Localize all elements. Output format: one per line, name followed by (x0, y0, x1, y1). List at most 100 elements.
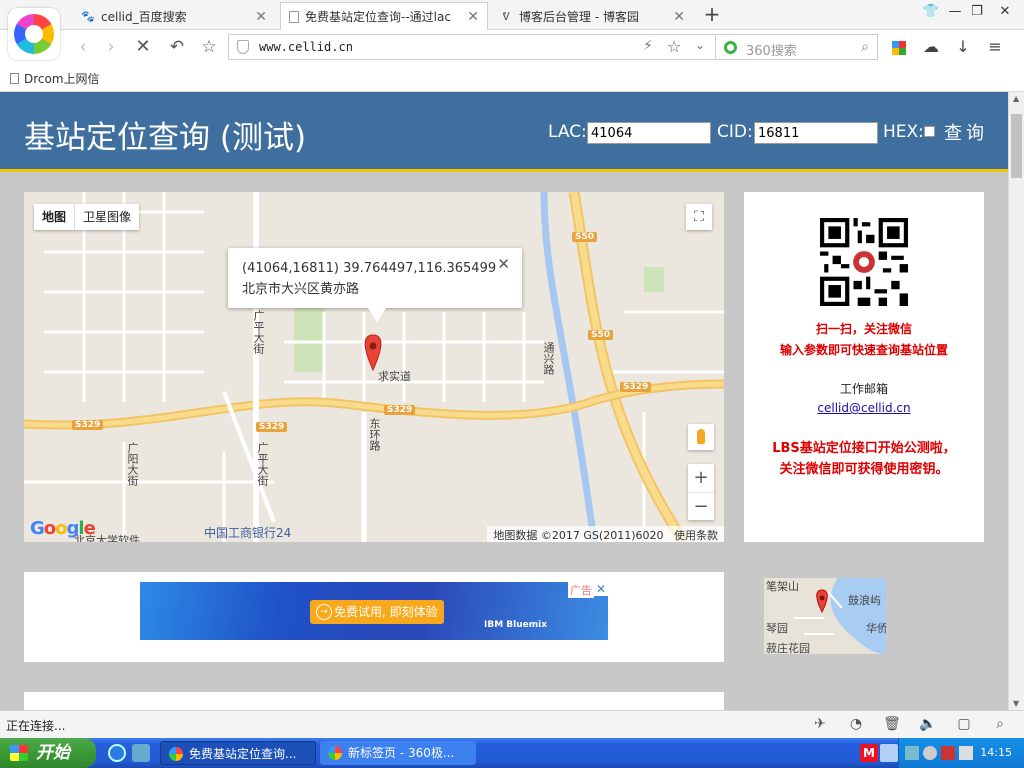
zoom-search-icon[interactable]: ⌕ (990, 716, 1010, 732)
back-button[interactable]: ‹ (70, 35, 96, 59)
cloud-icon[interactable]: ☁ (920, 36, 942, 58)
info-coordinates: (41064,16811) 39.764497,116.365499 (242, 261, 497, 276)
cid-input[interactable] (754, 122, 878, 144)
trash-icon[interactable]: 🗑 (882, 716, 902, 732)
ie-icon[interactable] (108, 744, 126, 762)
search-icon[interactable]: ⌕ (861, 39, 869, 55)
map-street-label: 广平大街 (252, 310, 265, 354)
taskbar-item-newtab[interactable]: 新标签页 - 360极... (320, 741, 476, 765)
ad-tag: 广告 (568, 582, 594, 598)
ad-banner[interactable]: 免费试用, 即刻体验 IBM Bluemix 广告 ✕ (140, 582, 608, 640)
road-shield: S50 (588, 330, 614, 340)
lightning-icon[interactable]: ⚡ (643, 38, 653, 54)
content-box (24, 692, 724, 710)
browser-360-icon (169, 747, 183, 761)
vertical-scrollbar[interactable]: ▲ ▼ (1008, 92, 1024, 710)
minimap-label: 菽庄花园 (766, 642, 810, 654)
address-bar[interactable]: www.cellid.cn ⚡ ☆ ⌄ (228, 34, 716, 60)
taskbar-item-cellid[interactable]: 免费基站定位查询... (160, 741, 316, 765)
close-tab-icon[interactable]: ✕ (673, 9, 685, 25)
start-label: 开始 (36, 743, 70, 763)
map-poi-label: 中国工商银行24 (204, 526, 292, 540)
new-tab-button[interactable]: + (700, 2, 724, 28)
close-window-button[interactable]: ✕ (994, 4, 1016, 19)
status-text: 正在连接... (6, 719, 66, 733)
hex-checkbox[interactable] (924, 126, 935, 137)
google-logo: Google (30, 518, 96, 539)
close-tab-icon[interactable]: ✕ (467, 9, 479, 25)
tab-cellid-query[interactable]: 免费基站定位查询--通过lac ✕ (280, 2, 488, 30)
bookmark-item[interactable]: Drcom上网信 (10, 70, 100, 87)
volume-icon[interactable]: 🔈 (918, 716, 938, 732)
tray-app-icon[interactable] (923, 746, 937, 760)
bookmark-star-icon[interactable]: ☆ (667, 37, 681, 56)
pin-icon[interactable]: ✈ (810, 716, 830, 732)
skin-icon[interactable]: 👕 (920, 4, 942, 19)
zoom-out-button[interactable]: − (688, 492, 714, 520)
tab-cnblogs[interactable]: ᕓ 博客后台管理 - 博客园 ✕ (490, 2, 694, 30)
browser-logo[interactable] (8, 8, 60, 60)
chevron-down-icon[interactable]: ⌄ (695, 38, 705, 52)
map-street-label: 通兴路 (542, 342, 555, 375)
map-type-map-button[interactable]: 地图 (34, 204, 76, 230)
map-street-label: 求实道 (378, 370, 411, 383)
windows-logo-icon (10, 745, 28, 761)
apps-icon[interactable] (888, 36, 910, 58)
tab-cellid-baidu[interactable]: 🐾 cellid_百度搜索 ✕ (72, 2, 276, 30)
menu-icon[interactable]: ≡ (984, 36, 1006, 58)
tray-arrow-icon[interactable] (880, 744, 898, 762)
scroll-up-icon[interactable]: ▲ (1013, 94, 1019, 103)
close-ad-icon[interactable]: ✕ (594, 582, 608, 596)
tab-title: cellid_百度搜索 (101, 10, 187, 24)
minimize-button[interactable]: — (944, 4, 966, 19)
restore-button[interactable]: ❐ (966, 4, 988, 19)
minimap-label: 笔架山 (766, 580, 799, 593)
close-tab-icon[interactable]: ✕ (255, 9, 267, 25)
navigation-bar: ‹ › ✕ ↶ ☆ www.cellid.cn ⚡ ☆ ⌄ 360搜索 ⌕ ☁ … (0, 30, 1024, 64)
scroll-down-icon[interactable]: ▼ (1013, 699, 1019, 708)
advertisement-box: 免费试用, 即刻体验 IBM Bluemix 广告 ✕ (24, 572, 724, 662)
street-view-pegman-icon[interactable] (688, 424, 714, 450)
security-shield-icon (237, 40, 249, 54)
query-button[interactable]: 查询 (944, 119, 988, 145)
app-m-icon[interactable]: M (860, 744, 878, 762)
info-address: 北京市大兴区黄亦路 (242, 282, 360, 297)
road-shield: S329 (256, 422, 288, 432)
email-link[interactable]: cellid@cellid.cn (744, 401, 984, 415)
scan-instruction: 输入参数即可快速查询基站位置 (779, 343, 948, 357)
url-text[interactable]: www.cellid.cn (259, 40, 353, 54)
map-street-label: 东环路 (368, 418, 381, 451)
ad-trial-button[interactable]: 免费试用, 即刻体验 (310, 600, 444, 624)
zoom-in-button[interactable]: + (688, 464, 714, 492)
scan-prompt: 扫一扫，关注微信 (815, 322, 912, 336)
fullscreen-icon[interactable]: ⛶ (686, 204, 712, 230)
stop-button[interactable]: ✕ (130, 35, 156, 59)
quick-launch-icon[interactable] (132, 744, 150, 762)
scrollbar-thumb[interactable] (1011, 114, 1022, 178)
window-icon[interactable]: ▢ (954, 716, 974, 732)
taskbar-item-label: 免费基站定位查询... (189, 747, 297, 761)
lac-input[interactable] (587, 122, 711, 144)
lac-label: LAC: (548, 122, 587, 142)
road-shield: S329 (620, 382, 652, 392)
search-box[interactable]: 360搜索 ⌕ (716, 34, 878, 60)
search-placeholder[interactable]: 360搜索 (746, 40, 797, 59)
mini-map[interactable]: 笔架山 鼓浪屿 琴园 华侨 菽庄花园 (764, 578, 886, 654)
favorite-star-icon[interactable]: ☆ (196, 35, 222, 59)
close-icon[interactable]: ✕ (497, 254, 510, 275)
network-icon[interactable] (905, 746, 919, 760)
refresh-button[interactable]: ↶ (164, 35, 190, 59)
start-button[interactable]: 开始 (0, 738, 96, 768)
download-icon[interactable]: ↓ (952, 36, 974, 58)
forward-button[interactable]: › (98, 35, 124, 59)
security-icon[interactable] (941, 746, 955, 760)
page-header: 基站定位查询 (测试) LAC: CID: HEX: 查询 (0, 92, 1008, 172)
map-data-credit: 地图数据 ©2017 GS(2011)6020 (493, 529, 664, 542)
terms-link[interactable]: 使用条款 (674, 529, 718, 542)
map-canvas[interactable] (24, 192, 724, 542)
minimap-label: 鼓浪屿 (848, 594, 881, 607)
cat-icon[interactable] (959, 746, 973, 760)
map-container[interactable]: S50 S50 S329 S329 S329 S329 广平大街 广平大街 广阳… (24, 192, 724, 542)
speed-icon[interactable]: ◔ (846, 716, 866, 732)
map-type-satellite-button[interactable]: 卫星图像 (75, 204, 139, 230)
